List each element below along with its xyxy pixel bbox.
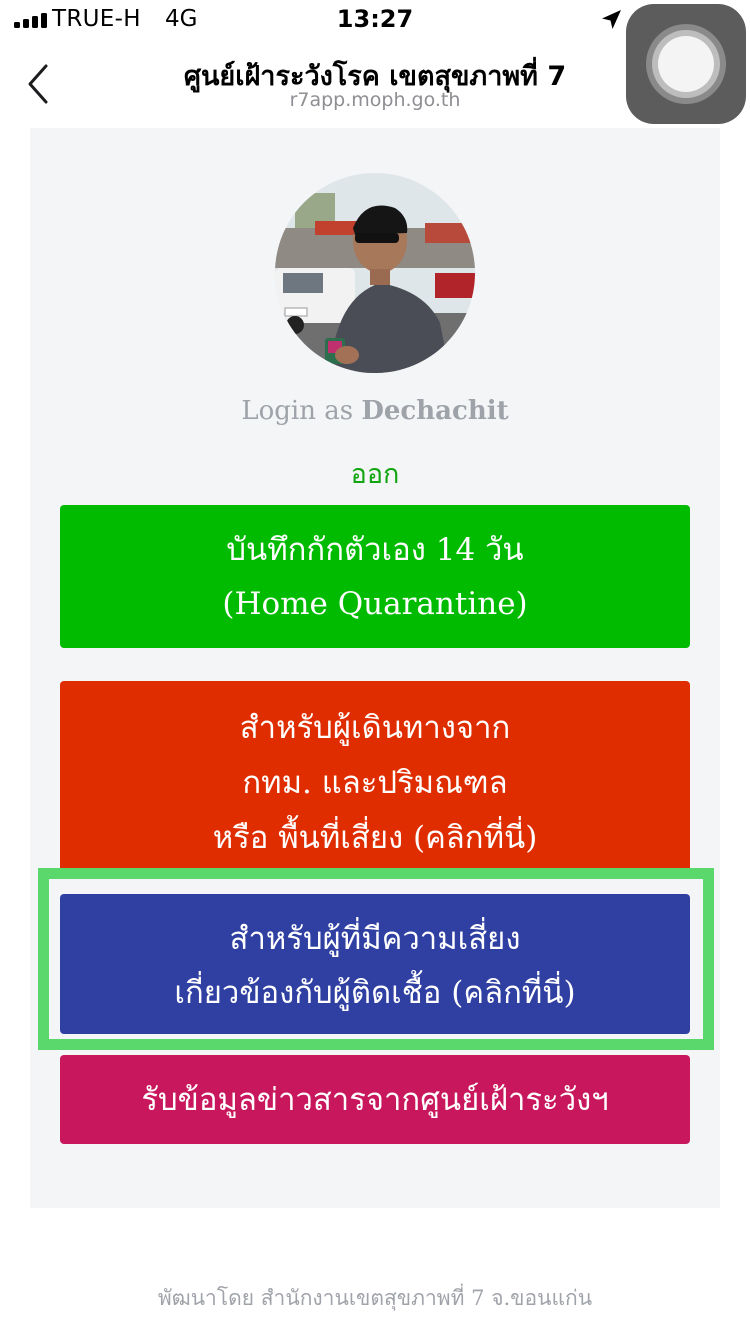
login-prefix: Login as — [241, 396, 354, 426]
risk-contacts-line2: เกี่ยวข้องกับผู้ติดเชื้อ (คลิกที่นี่) — [174, 975, 576, 1011]
location-arrow-icon — [602, 10, 621, 29]
travelers-button[interactable]: สำหรับผู้เดินทางจาก กทม. และปริมณฑล หรือ… — [60, 681, 690, 873]
page-url: r7app.moph.go.th — [289, 89, 461, 111]
risk-contacts-button[interactable]: สำหรับผู้ที่มีความเสี่ยง เกี่ยวข้องกับผู… — [60, 894, 690, 1034]
logout-link[interactable]: ออก — [0, 452, 750, 495]
news-button[interactable]: รับข้อมูลข่าวสารจากศูนย์เฝ้าระวังฯ — [60, 1055, 690, 1144]
travelers-line1: สำหรับผู้เดินทางจาก — [239, 710, 511, 746]
home-quarantine-line1: บันทึกกักตัวเอง 14 วัน — [226, 531, 524, 568]
login-status: Login as Dechachit — [0, 396, 750, 426]
news-label: รับข้อมูลข่าวสารจากศูนย์เฝ้าระวังฯ — [141, 1081, 609, 1118]
travelers-line2: กทม. และปริมณฑล — [242, 765, 508, 801]
risk-contacts-line1: สำหรับผู้ที่มีความเสี่ยง — [229, 921, 521, 957]
home-quarantine-line2: (Home Quarantine) — [222, 585, 528, 622]
footer-credit: พัฒนาโดย สำนักงานเขตสุขภาพที่ 7 จ.ขอนแก่… — [157, 1286, 593, 1310]
avatar — [275, 173, 475, 373]
travelers-line3: หรือ พื้นที่เสี่ยง (คลิกที่นี่) — [212, 820, 538, 856]
login-username: Dechachit — [361, 396, 509, 426]
home-quarantine-button[interactable]: บันทึกกักตัวเอง 14 วัน (Home Quarantine) — [60, 505, 690, 648]
